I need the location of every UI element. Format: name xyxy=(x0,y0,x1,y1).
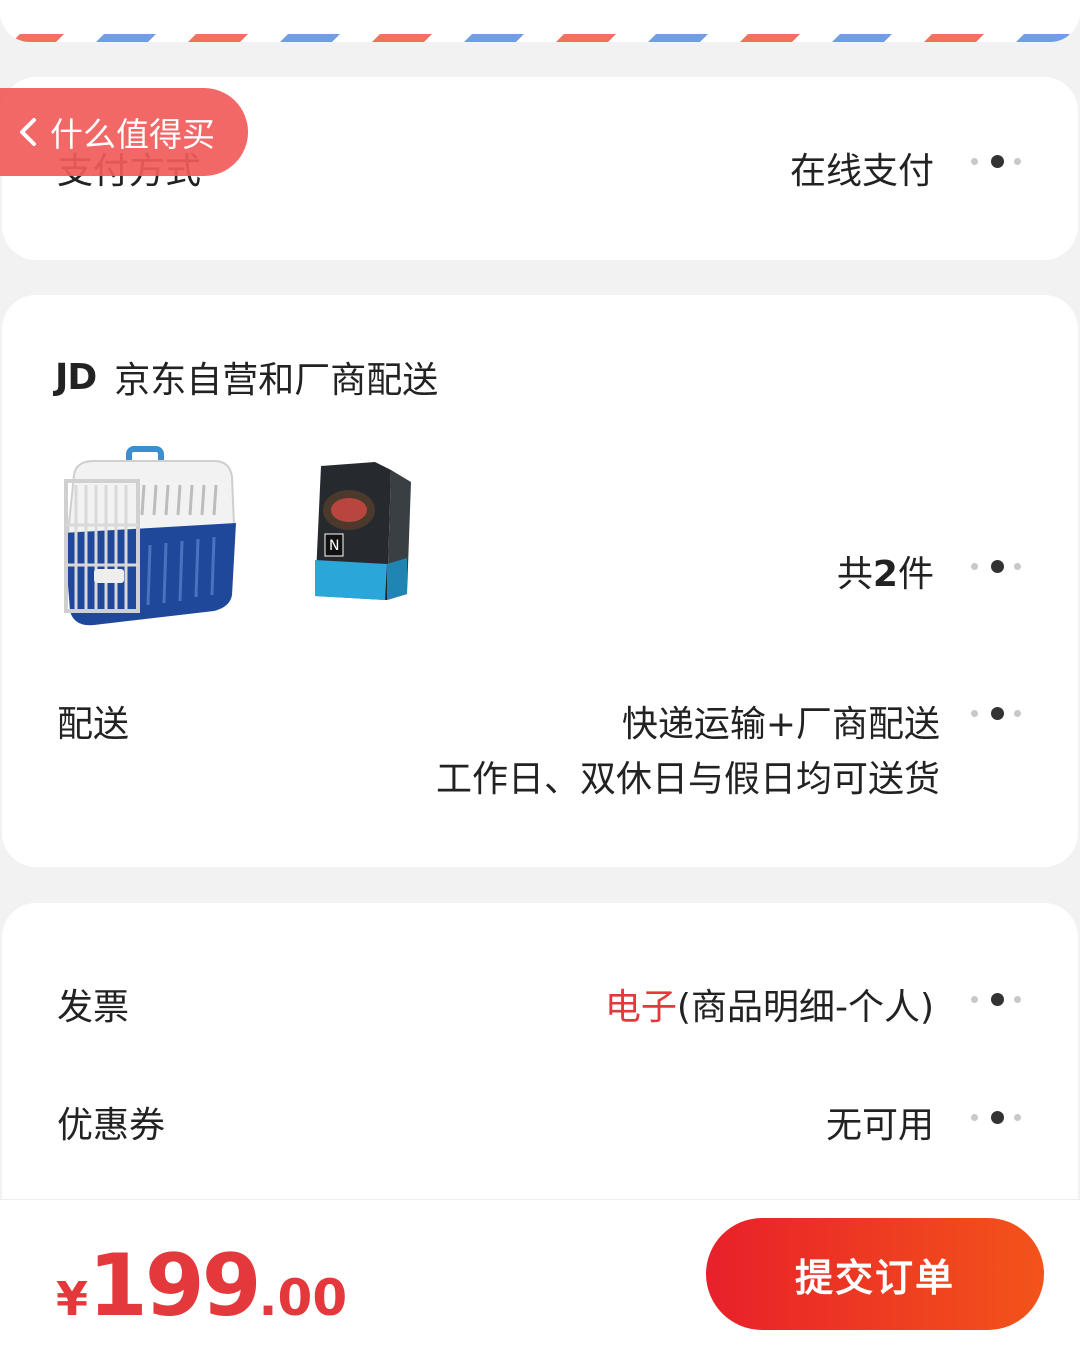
invoice-coupon-card: 发票 电子(商品明细-个人) 优惠券 无可用 xyxy=(2,903,1078,1233)
more-dots-icon[interactable] xyxy=(971,993,1023,1007)
price-decimal: .00 xyxy=(258,1269,348,1327)
shop-header: JD 京东自营和厂商配送 xyxy=(55,351,438,403)
back-pill-label: 什么值得买 xyxy=(50,115,215,154)
jd-logo: JD xyxy=(55,356,97,398)
item-count: 共2件 xyxy=(836,554,934,595)
product-list[interactable]: N 共2件 xyxy=(2,440,1078,640)
more-dots-icon[interactable] xyxy=(971,155,1023,169)
checkout-bar: ¥199.00 提交订单 xyxy=(0,1199,1080,1348)
delivery-label: 配送 xyxy=(57,704,130,745)
pet-carrier-image xyxy=(64,446,236,626)
delivery-schedule: 工作日、双休日与假日均可送货 xyxy=(435,759,940,800)
back-to-smzdm-button[interactable]: 什么值得买 xyxy=(0,88,248,176)
submit-order-button[interactable]: 提交订单 xyxy=(706,1218,1044,1330)
svg-text:N: N xyxy=(329,538,339,554)
invoice-type: 电子 xyxy=(604,987,677,1028)
more-dots-icon[interactable] xyxy=(971,1111,1023,1125)
envelope-stripe xyxy=(12,34,1070,42)
delivery-method: 快递运输+厂商配送 xyxy=(621,704,940,745)
coupon-row[interactable]: 优惠券 无可用 xyxy=(2,1096,1078,1156)
order-items-card: JD 京东自营和厂商配送 N 共2件 配送 快递运输+厂商配送 工作日、双休日与… xyxy=(2,295,1078,867)
pet-food-bag-image: N xyxy=(315,462,411,600)
invoice-label: 发票 xyxy=(57,987,130,1028)
total-price: ¥199.00 xyxy=(56,1236,347,1336)
invoice-value: 电子(商品明细-个人) xyxy=(605,978,934,1030)
address-envelope-edge xyxy=(0,0,1080,42)
shop-name: 京东自营和厂商配送 xyxy=(114,360,439,401)
coupon-label: 优惠券 xyxy=(57,1105,166,1146)
invoice-row[interactable]: 发票 电子(商品明细-个人) xyxy=(2,978,1078,1038)
more-dots-icon[interactable] xyxy=(971,560,1023,574)
chevron-left-icon xyxy=(20,118,36,146)
delivery-row[interactable]: 配送 快递运输+厂商配送 工作日、双休日与假日均可送货 xyxy=(2,690,1078,810)
invoice-detail: (商品明细-个人) xyxy=(676,987,934,1028)
payment-value: 在线支付 xyxy=(789,151,934,192)
coupon-value: 无可用 xyxy=(825,1105,934,1146)
currency-symbol: ¥ xyxy=(56,1272,89,1326)
more-dots-icon[interactable] xyxy=(971,707,1023,721)
price-integer: 199 xyxy=(88,1236,262,1336)
